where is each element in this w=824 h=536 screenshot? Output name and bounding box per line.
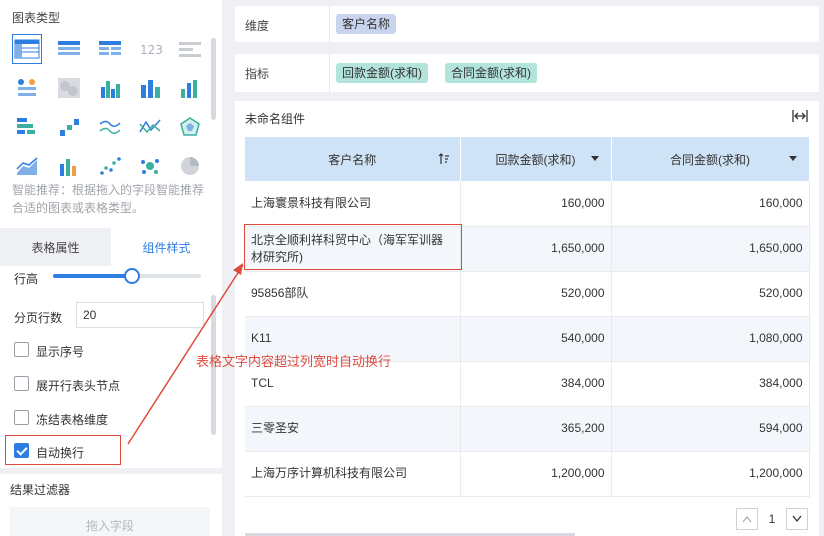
grouped-bar-icon[interactable] [95,73,125,103]
dimension-field-pill[interactable]: 客户名称 [336,14,397,34]
pie-icon[interactable] [175,151,205,181]
contract-cell: 160,000 [611,181,810,227]
pagination: 1 [736,508,808,530]
contract-cell: 520,000 [611,271,810,317]
freeze-dimension-checkbox[interactable] [14,410,29,425]
scatter-icon[interactable] [95,151,125,181]
contract-cell: 1,200,000 [611,451,810,497]
customer-cell: 95856部队 [245,271,461,317]
page-rows-label: 分页行数 [14,311,63,325]
indicator-label: 指标 [245,67,270,81]
result-filter-title: 结果过滤器 [10,483,71,497]
combo-icon[interactable] [54,151,84,181]
column-header-customer[interactable]: 客户名称 [245,137,461,181]
payment-cell: 365,200 [460,406,612,452]
row-height-slider-handle[interactable] [124,268,140,284]
dropdown-caret-icon[interactable] [590,156,599,161]
payment-cell: 540,000 [460,316,612,362]
table-row: 上海寰景科技有限公司 160,000 160,000 [245,181,810,227]
customer-cell: 上海寰景科技有限公司 [245,181,461,227]
radar-icon[interactable] [175,112,205,142]
fit-width-icon[interactable] [792,109,808,123]
prev-page-button[interactable] [736,508,758,530]
svg-text:123: 123 [140,43,162,57]
column-header-contract[interactable]: 合同金额(求和) [611,137,810,181]
number-card-icon[interactable]: 123 [135,34,165,64]
contract-cell: 384,000 [611,361,810,407]
table-component-panel: 未命名组件 客户名称 回款金额(求和) 合同金额(求和) 上海寰景科技有限公司 … [235,101,819,536]
stacked-bar-icon[interactable] [135,73,165,103]
line-icon[interactable] [95,112,125,142]
divider [329,6,330,42]
chart-grid-scrollbar[interactable] [211,38,216,120]
contract-cell: 1,080,000 [611,316,810,362]
expand-row-header-checkbox[interactable] [14,376,29,391]
data-table: 客户名称 回款金额(求和) 合同金额(求和) 上海寰景科技有限公司 160,000… [245,137,810,497]
freeze-dimension-label: 冻结表格维度 [36,413,109,427]
wrapped-cell-highlight-box [244,224,462,270]
contract-cell: 594,000 [611,406,810,452]
payment-cell: 384,000 [460,361,612,407]
divider [329,54,330,92]
filter-drop-zone[interactable]: 拖入字段 [10,507,210,536]
row-height-slider-fill [53,274,133,278]
table-row: 95856部队 520,000 520,000 [245,271,810,317]
payment-cell: 520,000 [460,271,612,317]
row-height-slider-track[interactable] [133,274,201,278]
table-row: 上海万序计算机科技有限公司 1,200,000 1,200,000 [245,451,810,497]
expand-row-header-label: 展开行表头节点 [36,379,121,393]
detail-table-icon[interactable] [95,34,125,64]
indicator-field-pill[interactable]: 回款金额(求和) [336,63,428,83]
smart-recommend-hint: 智能推荐：根据拖入的字段智能推荐合适的图表或表格类型。 [12,183,205,215]
column-header-label: 回款金额(求和) [495,152,576,167]
sort-icon[interactable] [438,153,450,165]
radar-line-icon[interactable] [135,112,165,142]
page-rows-input[interactable]: 20 [76,302,204,328]
dimension-panel: 维度 客户名称 [235,6,819,42]
current-page: 1 [768,512,776,526]
row-height-label: 行高 [14,272,39,286]
cross-table-icon[interactable] [54,34,84,64]
customer-cell: 三零圣安 [245,406,461,452]
column-bar-icon[interactable] [175,73,205,103]
dot-map-icon[interactable] [12,73,42,103]
heat-map-icon[interactable] [54,73,84,103]
table-header-row: 客户名称 回款金额(求和) 合同金额(求和) [245,137,810,181]
table-row: 三零圣安 365,200 594,000 [245,406,810,452]
waterfall-icon[interactable] [54,112,84,142]
customer-cell: 上海万序计算机科技有限公司 [245,451,461,497]
tab-table-properties[interactable]: 表格属性 [0,228,111,266]
show-index-checkbox[interactable] [14,342,29,357]
next-page-button[interactable] [786,508,808,530]
column-header-label: 合同金额(求和) [670,152,750,167]
chevron-down-icon [792,515,802,523]
indicator-panel: 指标 回款金额(求和) 合同金额(求和) [235,54,819,92]
property-tabs: 表格属性 组件样式 [0,228,222,266]
dropdown-caret-icon[interactable] [788,156,797,161]
chevron-up-icon [742,515,752,523]
bubble-icon[interactable] [135,151,165,181]
dimension-label: 维度 [245,19,270,33]
left-panel: 图表类型 123 智能推荐：根据拖入的字段智能推荐合适的图表或表格类型。 表格属… [0,0,222,536]
payment-cell: 160,000 [460,181,612,227]
contract-cell: 1,650,000 [611,226,810,272]
column-header-label: 客户名称 [328,152,377,167]
table-icon[interactable] [12,34,42,64]
tab-component-style[interactable]: 组件样式 [111,228,222,266]
auto-wrap-highlight-box [5,435,121,465]
component-title: 未命名组件 [245,112,306,126]
annotation-text: 表格文字内容超过列宽时自动换行 [196,354,392,369]
kpi-icon[interactable] [175,34,205,64]
payment-cell: 1,650,000 [460,226,612,272]
area-icon[interactable] [12,151,42,181]
column-header-payment[interactable]: 回款金额(求和) [460,137,612,181]
indicator-field-pill[interactable]: 合同金额(求和) [445,63,537,83]
horizontal-bar-icon[interactable] [12,112,42,142]
chart-type-title: 图表类型 [12,11,61,25]
show-index-label: 显示序号 [36,345,85,359]
payment-cell: 1,200,000 [460,451,612,497]
